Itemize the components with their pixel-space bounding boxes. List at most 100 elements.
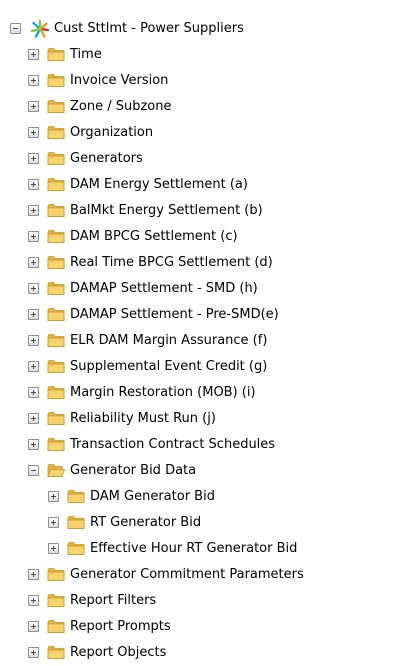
tree-node-label: Margin Restoration (MOB) (i) bbox=[70, 385, 256, 400]
tree-node[interactable]: Report Filters bbox=[0, 588, 417, 614]
expand-plus-icon[interactable] bbox=[28, 439, 39, 450]
tree-node[interactable]: Effective Hour RT Generator Bid bbox=[0, 536, 417, 562]
folder-icon bbox=[47, 619, 65, 634]
tree-root-node[interactable]: Cust Sttlmt - Power Suppliers bbox=[0, 16, 417, 42]
folder-icon bbox=[47, 385, 65, 400]
tree-node[interactable]: Margin Restoration (MOB) (i) bbox=[0, 380, 417, 406]
tree-node-label: DAM BPCG Settlement (c) bbox=[70, 229, 238, 244]
tree-node-label: Time bbox=[70, 47, 102, 62]
tree-node[interactable]: Supplemental Event Credit (g) bbox=[0, 354, 417, 380]
tree-node[interactable]: BalMkt Energy Settlement (b) bbox=[0, 198, 417, 224]
tree-node[interactable]: DAM Energy Settlement (a) bbox=[0, 172, 417, 198]
tree-node-label: Organization bbox=[70, 125, 154, 140]
tree-node-label: Effective Hour RT Generator Bid bbox=[90, 541, 298, 556]
folder-icon bbox=[47, 359, 65, 374]
expand-plus-icon[interactable] bbox=[28, 413, 39, 424]
expand-plus-icon[interactable] bbox=[28, 569, 39, 580]
folder-icon bbox=[47, 333, 65, 348]
folder-icon bbox=[47, 307, 65, 322]
folder-icon bbox=[47, 411, 65, 426]
tree-node[interactable]: Report Prompts bbox=[0, 614, 417, 640]
tree-node[interactable]: Zone / Subzone bbox=[0, 94, 417, 120]
expand-plus-icon[interactable] bbox=[28, 309, 39, 320]
folder-icon bbox=[47, 255, 65, 270]
expand-plus-icon[interactable] bbox=[28, 621, 39, 632]
expand-plus-icon[interactable] bbox=[28, 231, 39, 242]
folder-icon bbox=[67, 489, 85, 504]
tree-node[interactable]: DAMAP Settlement - SMD (h) bbox=[0, 276, 417, 302]
tree-node[interactable]: DAMAP Settlement - Pre-SMD(e) bbox=[0, 302, 417, 328]
project-tree: Cust Sttlmt - Power Suppliers Time Invoic… bbox=[0, 16, 417, 666]
tree-node[interactable]: Organization bbox=[0, 120, 417, 146]
expand-plus-icon[interactable] bbox=[28, 283, 39, 294]
tree-node-label: RT Generator Bid bbox=[90, 515, 202, 530]
folder-icon bbox=[47, 125, 65, 140]
folder-icon bbox=[67, 541, 85, 556]
expand-plus-icon[interactable] bbox=[28, 49, 39, 60]
expand-plus-icon[interactable] bbox=[28, 153, 39, 164]
folder-icon bbox=[47, 73, 65, 88]
tree-node[interactable]: ELR DAM Margin Assurance (f) bbox=[0, 328, 417, 354]
folder-icon bbox=[47, 151, 65, 166]
expand-plus-icon[interactable] bbox=[28, 101, 39, 112]
folder-icon bbox=[47, 47, 65, 62]
tree-node[interactable]: Transaction Contract Schedules bbox=[0, 432, 417, 458]
tree-node[interactable]: RT Generator Bid bbox=[0, 510, 417, 536]
tree-node[interactable]: DAM Generator Bid bbox=[0, 484, 417, 510]
collapse-minus-icon[interactable] bbox=[28, 465, 39, 476]
tree-node-label: Reliability Must Run (j) bbox=[70, 411, 216, 426]
folder-icon bbox=[47, 229, 65, 244]
tree-node-label: BalMkt Energy Settlement (b) bbox=[70, 203, 263, 218]
expand-plus-icon[interactable] bbox=[28, 179, 39, 190]
expand-plus-icon[interactable] bbox=[28, 335, 39, 346]
tree-node[interactable]: Real Time BPCG Settlement (d) bbox=[0, 250, 417, 276]
tree-node[interactable]: Report Objects bbox=[0, 640, 417, 666]
folder-icon bbox=[67, 515, 85, 530]
tree-node-label: DAM Energy Settlement (a) bbox=[70, 177, 248, 192]
tree-node[interactable]: Reliability Must Run (j) bbox=[0, 406, 417, 432]
folder-icon bbox=[47, 203, 65, 218]
expand-plus-icon[interactable] bbox=[28, 257, 39, 268]
tree-node-label: DAMAP Settlement - SMD (h) bbox=[70, 281, 258, 296]
tree-node[interactable]: DAM BPCG Settlement (c) bbox=[0, 224, 417, 250]
tree-node[interactable]: Generator Bid Data bbox=[0, 458, 417, 484]
folder-icon bbox=[47, 567, 65, 582]
folder-open-icon bbox=[47, 463, 66, 478]
tree-node-label: DAMAP Settlement - Pre-SMD(e) bbox=[70, 307, 279, 322]
expand-plus-icon[interactable] bbox=[28, 361, 39, 372]
expand-plus-icon[interactable] bbox=[48, 543, 59, 554]
tree-node-label: Generator Bid Data bbox=[70, 463, 197, 478]
expand-plus-icon[interactable] bbox=[28, 127, 39, 138]
tree-node-label: Report Prompts bbox=[70, 619, 171, 634]
expand-plus-icon[interactable] bbox=[28, 595, 39, 606]
tree-node[interactable]: Time bbox=[0, 42, 417, 68]
tree-node-label: ELR DAM Margin Assurance (f) bbox=[70, 333, 268, 348]
folder-icon bbox=[47, 281, 65, 296]
expand-plus-icon[interactable] bbox=[28, 205, 39, 216]
folder-icon bbox=[47, 593, 65, 608]
tree-node-label: Invoice Version bbox=[70, 73, 169, 88]
expand-plus-icon[interactable] bbox=[28, 75, 39, 86]
tree-node-label: Transaction Contract Schedules bbox=[70, 437, 276, 452]
expand-plus-icon[interactable] bbox=[28, 647, 39, 658]
folder-icon bbox=[47, 437, 65, 452]
tree-node-label: Zone / Subzone bbox=[70, 99, 172, 114]
tree-node-label: Supplemental Event Credit (g) bbox=[70, 359, 268, 374]
expand-plus-icon[interactable] bbox=[48, 491, 59, 502]
tree-node-label: DAM Generator Bid bbox=[90, 489, 215, 504]
folder-icon bbox=[47, 177, 65, 192]
tree-node-label: Generators bbox=[70, 151, 143, 166]
tree-root-label: Cust Sttlmt - Power Suppliers bbox=[54, 21, 244, 36]
folder-icon bbox=[47, 645, 65, 660]
expand-plus-icon[interactable] bbox=[48, 517, 59, 528]
project-star-icon bbox=[30, 19, 50, 38]
tree-node-label: Report Filters bbox=[70, 593, 157, 608]
tree-node[interactable]: Invoice Version bbox=[0, 68, 417, 94]
expand-plus-icon[interactable] bbox=[28, 387, 39, 398]
tree-node[interactable]: Generator Commitment Parameters bbox=[0, 562, 417, 588]
folder-icon bbox=[47, 99, 65, 114]
tree-node-label: Report Objects bbox=[70, 645, 167, 660]
collapse-minus-icon[interactable] bbox=[10, 23, 21, 34]
tree-node[interactable]: Generators bbox=[0, 146, 417, 172]
tree-node-label: Real Time BPCG Settlement (d) bbox=[70, 255, 273, 270]
